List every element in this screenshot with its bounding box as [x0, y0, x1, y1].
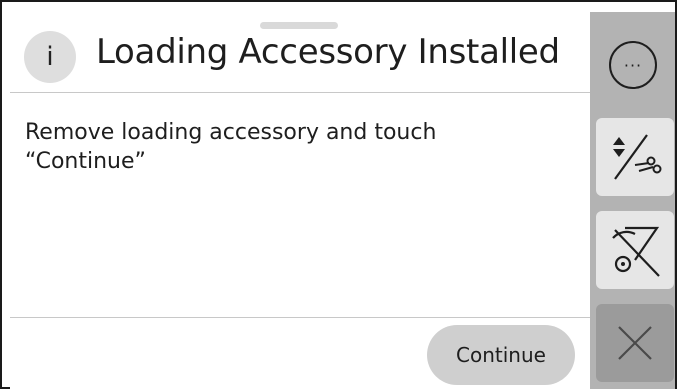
cut-paper-button[interactable] — [596, 118, 674, 196]
dialog-message: Remove loading accessory and touch “Cont… — [25, 120, 437, 174]
close-button[interactable] — [596, 304, 674, 382]
dialog-header: i Loading Accessory Installed — [10, 12, 590, 93]
cut-paper-icon — [613, 134, 662, 180]
footer-divider — [10, 317, 590, 318]
more-options-button[interactable]: ··· — [609, 41, 657, 89]
info-icon: i — [24, 31, 76, 83]
sidebar: ··· — [590, 12, 675, 389]
no-cut-button[interactable] — [596, 211, 674, 289]
info-icon-glyph: i — [46, 42, 54, 72]
continue-button[interactable]: Continue — [427, 325, 575, 385]
more-icon: ··· — [623, 55, 643, 75]
close-icon — [618, 326, 652, 360]
dialog: i Loading Accessory Installed Remove loa… — [10, 12, 590, 389]
dialog-title: Loading Accessory Installed — [96, 32, 560, 72]
no-cut-icon — [612, 226, 660, 277]
